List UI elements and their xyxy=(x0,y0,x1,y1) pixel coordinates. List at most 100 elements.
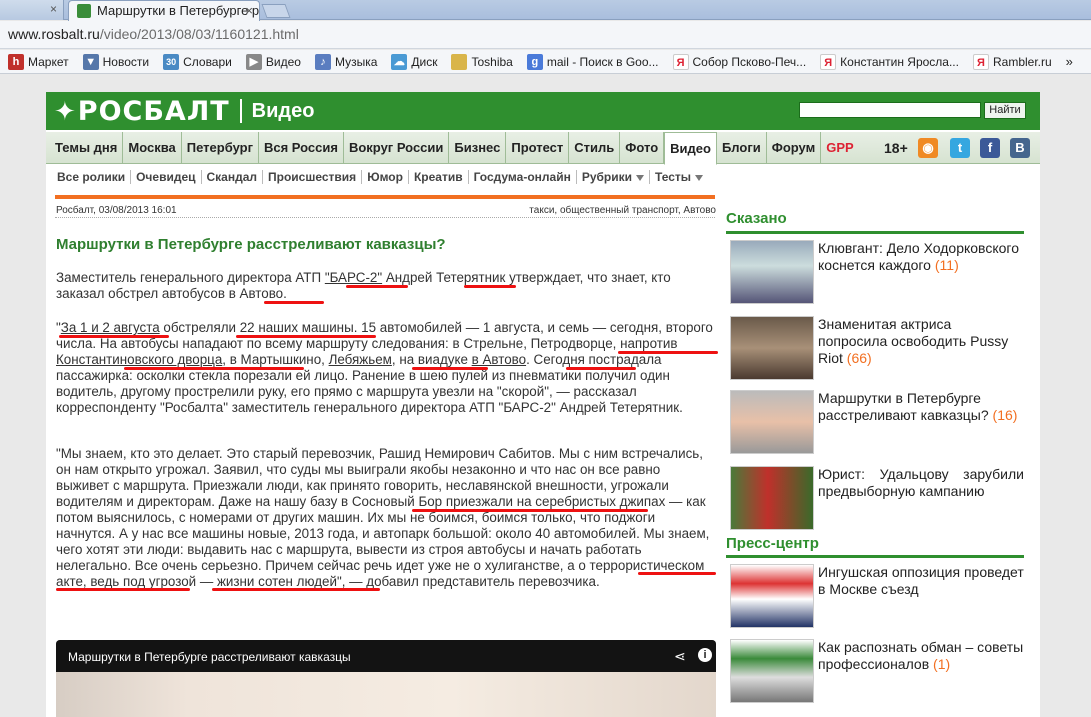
link[interactable]: Лебяжьем xyxy=(329,352,392,367)
bookmark-dict[interactable]: 30 Словари xyxy=(163,53,232,70)
subnav-dropdown-tests[interactable]: Тесты xyxy=(650,170,708,184)
bookmark-market[interactable]: h Маркет xyxy=(8,53,69,70)
nav-item[interactable]: Протест xyxy=(506,132,570,164)
browser-tab-active[interactable]: Маршрутки в Петербурге р × xyxy=(68,0,260,21)
address-bar[interactable]: www.rosbalt.ru/video/2013/08/03/1160121.… xyxy=(0,21,1091,49)
red-underline xyxy=(124,367,304,370)
said-item-text[interactable]: Клювгант: Дело Ходорковского коснется ка… xyxy=(818,240,1024,274)
logo-divider xyxy=(239,99,242,123)
rss-icon[interactable]: ◉ xyxy=(918,138,938,158)
subnav-dropdown-rubrics[interactable]: Рубрики xyxy=(577,170,650,184)
press-item[interactable]: Как распознать обман – советы профессион… xyxy=(730,639,1026,713)
nav-item[interactable]: Блоги xyxy=(717,132,767,164)
press-heading[interactable]: Пресс-центр xyxy=(726,535,819,552)
subnav-item[interactable]: Юмор xyxy=(362,170,409,184)
folder-icon xyxy=(451,53,468,70)
thumbnail[interactable] xyxy=(730,390,814,454)
nav-item-gpp[interactable]: GPP xyxy=(821,132,858,164)
search-input[interactable] xyxy=(799,102,981,118)
chevron-down-icon xyxy=(636,174,644,181)
bookmark-label: Собор Псково-Печ... xyxy=(692,54,807,69)
nav-item[interactable]: Вся Россия xyxy=(259,132,344,164)
said-item[interactable]: Клювгант: Дело Ходорковского коснется ка… xyxy=(730,240,1026,314)
said-item-text[interactable]: Знаменитая актриса попросила освободить … xyxy=(818,316,1024,367)
link[interactable]: За 1 и 2 августа xyxy=(61,320,160,335)
new-tab-button[interactable] xyxy=(261,4,291,18)
more-bookmarks-icon[interactable]: » xyxy=(1066,54,1073,69)
thumbnail[interactable] xyxy=(730,564,814,628)
bookmark-music[interactable]: ♪ Музыка xyxy=(314,53,377,70)
bookmark-label: Словари xyxy=(183,54,232,69)
red-underline xyxy=(566,367,636,370)
nav-item[interactable]: Форум xyxy=(767,132,822,164)
subnav-item[interactable]: Очевидец xyxy=(131,170,202,184)
nav-item[interactable]: Стиль xyxy=(569,132,621,164)
said-item[interactable]: Знаменитая актриса попросила освободить … xyxy=(730,316,1026,390)
nav-item[interactable]: Бизнес xyxy=(449,132,507,164)
video-player[interactable]: Маршрутки в Петербурге расстреливают кав… xyxy=(56,640,716,717)
subnav-item[interactable]: Скандал xyxy=(202,170,264,184)
nav-item[interactable]: Фото xyxy=(620,132,665,164)
red-underline xyxy=(56,588,190,591)
search-button[interactable]: Найти xyxy=(984,102,1026,119)
thumbnail[interactable] xyxy=(730,466,814,530)
bookmark-news[interactable]: ▼ Новости xyxy=(82,53,149,70)
said-item[interactable]: Маршрутки в Петербурге расстреливают кав… xyxy=(730,390,1026,464)
video-icon: ▶ xyxy=(245,53,262,70)
press-divider xyxy=(726,555,1024,558)
press-item-text[interactable]: Ингушская оппозиция проведет в Москве съ… xyxy=(818,564,1024,598)
google-icon: g xyxy=(526,53,543,70)
thumbnail[interactable] xyxy=(730,316,814,380)
thumbnail[interactable] xyxy=(730,639,814,703)
nav-item[interactable]: Москва xyxy=(123,132,182,164)
link[interactable]: Константиновского дворца xyxy=(56,352,222,367)
nav-item-active[interactable]: Видео xyxy=(664,132,717,165)
info-icon[interactable]: i xyxy=(698,648,712,662)
close-icon[interactable]: × xyxy=(50,2,57,16)
text: . xyxy=(283,286,287,301)
red-underline xyxy=(212,588,380,591)
nav-item[interactable]: Темы дня xyxy=(50,132,124,164)
music-icon: ♪ xyxy=(314,53,331,70)
sub-nav: Все ролики Очевидец Скандал Происшествия… xyxy=(46,165,1040,189)
said-item-text[interactable]: Маршрутки в Петербурге расстреливают кав… xyxy=(818,390,1024,424)
site-logo[interactable]: ✦ РОСБАЛТ Видео xyxy=(54,95,314,127)
bookmark-sobor[interactable]: Я Собор Псково-Печ... xyxy=(672,53,807,70)
press-item[interactable]: Ингушская оппозиция проведет в Москве съ… xyxy=(730,564,1026,638)
said-heading[interactable]: Сказано xyxy=(726,210,787,227)
subnav-item[interactable]: Происшествия xyxy=(263,170,363,184)
bookmark-disk[interactable]: ☁ Диск xyxy=(391,53,437,70)
bookmark-toshiba[interactable]: Toshiba xyxy=(451,53,513,70)
text: , в Мартышкино, xyxy=(222,352,329,367)
twitter-icon[interactable]: t xyxy=(950,138,970,158)
vk-icon[interactable]: B xyxy=(1010,138,1030,158)
rosbalt-logo-icon: ✦ xyxy=(54,95,76,126)
url-text[interactable]: www.rosbalt.ru/video/2013/08/03/1160121.… xyxy=(8,26,299,42)
bookmark-rambler[interactable]: Я Rambler.ru xyxy=(972,53,1052,70)
bookmark-konstantin[interactable]: Я Константин Яросла... xyxy=(820,53,959,70)
video-frame[interactable] xyxy=(56,672,716,717)
subnav-item[interactable]: Госдума-онлайн xyxy=(469,170,577,184)
url-host: www.rosbalt.ru xyxy=(8,26,100,42)
close-icon[interactable]: × xyxy=(245,3,253,18)
link[interactable]: в Автово xyxy=(472,352,526,367)
share-icon[interactable]: ⋖ xyxy=(674,648,686,665)
article-tags[interactable]: такси, общественный транспорт, Автово xyxy=(529,205,716,216)
meta-divider xyxy=(55,217,715,218)
text: Андрей xyxy=(382,270,437,285)
said-item[interactable]: Юрист: Удальцову зарубили предвыборную к… xyxy=(730,466,1026,540)
thumbnail[interactable] xyxy=(730,240,814,304)
nav-item[interactable]: Петербург xyxy=(182,132,259,164)
subnav-item[interactable]: Все ролики xyxy=(52,170,132,184)
bookmark-google[interactable]: g mail - Поиск в Goo... xyxy=(526,53,659,70)
nav-item[interactable]: Вокруг России xyxy=(344,132,450,164)
dict-icon: 30 xyxy=(163,53,180,70)
facebook-icon[interactable]: f xyxy=(980,138,1000,158)
bookmark-video[interactable]: ▶ Видео xyxy=(245,53,301,70)
browser-tab-previous[interactable]: × xyxy=(0,0,64,20)
said-item-text[interactable]: Юрист: Удальцову зарубили предвыборную к… xyxy=(818,466,1024,500)
press-item-text[interactable]: Как распознать обман – советы профессион… xyxy=(818,639,1024,673)
subnav-item[interactable]: Креатив xyxy=(409,170,469,184)
article-top-bar xyxy=(55,195,715,199)
article-paragraph-3: "Мы знаем, кто это делает. Это старый пе… xyxy=(56,446,710,589)
